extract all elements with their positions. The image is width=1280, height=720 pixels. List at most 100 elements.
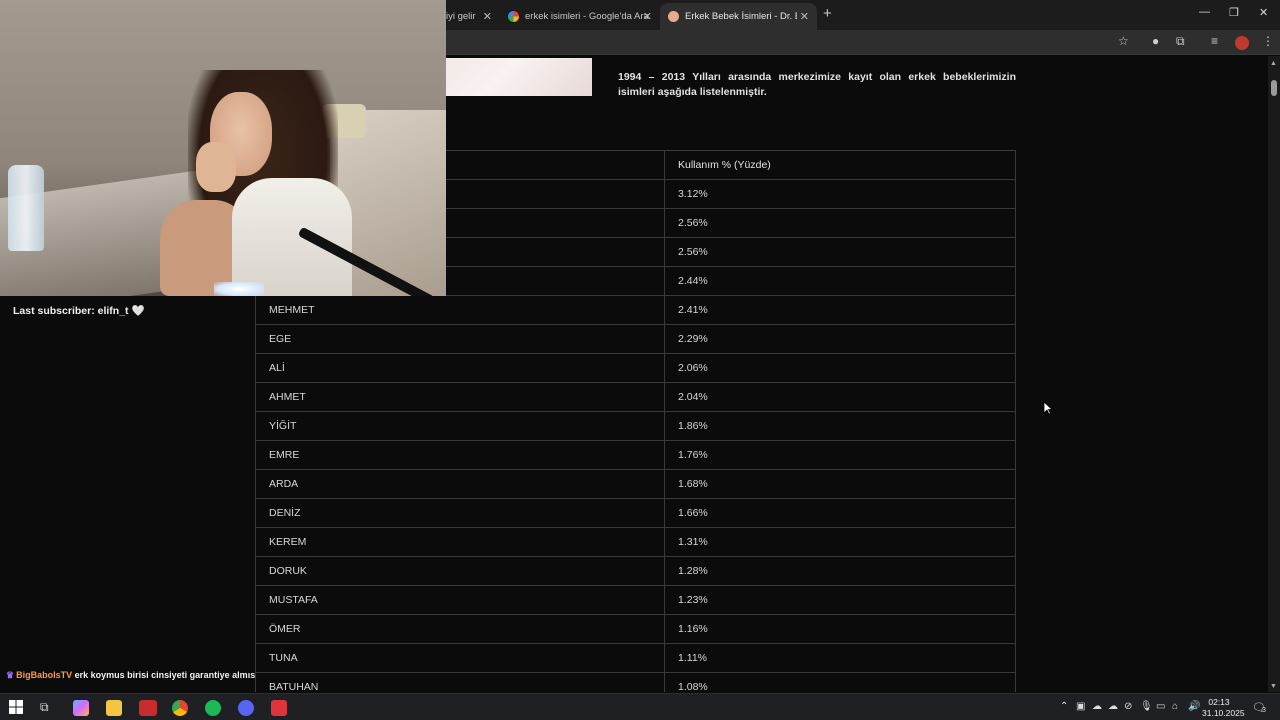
percent-cell: 2.04% <box>664 382 1016 412</box>
percent-cell: 1.76% <box>664 440 1016 470</box>
scroll-up-icon[interactable]: ▲ <box>1270 60 1277 67</box>
water-bottle <box>8 165 44 251</box>
site-favicon-icon <box>668 11 679 22</box>
media-control-icon[interactable]: ≡ <box>1211 34 1218 48</box>
table-row: EMRE 1.76% <box>255 440 1016 470</box>
table-row: DENİZ 1.66% <box>255 498 1016 528</box>
name-cell: YİĞİT <box>255 411 665 441</box>
new-tab-button[interactable]: + <box>823 5 832 22</box>
spotify-icon[interactable] <box>205 700 221 716</box>
name-cell: EGE <box>255 324 665 354</box>
scroll-down-icon[interactable]: ▼ <box>1270 683 1277 690</box>
name-cell: EMRE <box>255 440 665 470</box>
percent-cell: 2.06% <box>664 353 1016 383</box>
network-icon[interactable]: ⌂ <box>1172 701 1178 712</box>
tab-label: iyi gelir <box>446 11 476 22</box>
table-row: MEHMET 2.41% <box>255 295 1016 325</box>
file-explorer-icon[interactable] <box>106 700 122 716</box>
restore-button[interactable]: ❐ <box>1229 6 1239 19</box>
chat-badge-icon: ♛ <box>6 670 15 680</box>
percent-cell: 1.11% <box>664 643 1016 673</box>
page-scrollbar[interactable]: ▲ ▼ <box>1268 56 1280 692</box>
vivaldi-icon[interactable] <box>271 700 287 716</box>
screen: iyi gelir ✕ erkek isimleri - Google'da A… <box>0 0 1280 720</box>
name-cell: DENİZ <box>255 498 665 528</box>
tab-label: erkek isimleri - Google'da Ara <box>525 11 649 22</box>
percent-cell: 1.23% <box>664 585 1016 615</box>
close-window-button[interactable]: ✕ <box>1259 6 1268 19</box>
tray-cloud-off-icon[interactable]: ☁ <box>1092 701 1102 712</box>
onedrive-icon[interactable]: ☁ <box>1108 701 1118 712</box>
start-windows-icon[interactable] <box>9 700 25 716</box>
percent-cell: 1.86% <box>664 411 1016 441</box>
scrollbar-thumb[interactable] <box>1271 80 1277 96</box>
percent-cell: 1.16% <box>664 614 1016 644</box>
tab-close-icon[interactable]: ✕ <box>800 10 809 23</box>
percent-cell: 1.28% <box>664 556 1016 586</box>
table-row: TUNA 1.11% <box>255 643 1016 673</box>
microphone-icon[interactable]: 🎙 <box>1140 701 1153 712</box>
tray-display-icon[interactable]: ▭ <box>1156 701 1165 712</box>
tab-erkek-bebek-isimleri[interactable]: Erkek Bebek İsimleri - Dr. Ertuğ ✕ <box>660 3 817 30</box>
percent-cell: 2.44% <box>664 266 1016 296</box>
intro-paragraph: 1994 – 2013 Yılları arasında merkezimize… <box>618 71 1016 98</box>
name-cell: TUNA <box>255 643 665 673</box>
tray-app-icon[interactable]: ▣ <box>1076 701 1085 712</box>
tab-iyi-gelir[interactable]: iyi gelir ✕ <box>438 3 500 30</box>
clock-date: 31.10.2025 <box>1202 708 1245 718</box>
baby-photo-image <box>446 58 592 96</box>
chat-username: BigBabolsTV <box>16 670 73 680</box>
table-row: EGE 2.29% <box>255 324 1016 354</box>
tab-close-icon[interactable]: ✕ <box>483 10 492 23</box>
chat-message: ♛ BigBabolsTV erk koymus birisi cinsiyeti… <box>6 670 255 681</box>
clock-time: 02:13 <box>1208 697 1230 707</box>
name-cell: ALİ <box>255 353 665 383</box>
percent-cell: 1.66% <box>664 498 1016 528</box>
table-row: YİĞİT 1.86% <box>255 411 1016 441</box>
name-cell: MUSTAFA <box>255 585 665 615</box>
chrome-icon[interactable] <box>172 700 188 716</box>
name-cell: KEREM <box>255 527 665 557</box>
copilot-icon[interactable] <box>73 700 89 716</box>
table-row: ALİ 2.06% <box>255 353 1016 383</box>
name-cell: BATUHAN <box>255 672 665 692</box>
percent-cell: 1.31% <box>664 527 1016 557</box>
header-percent: Kullanım % (Yüzde) <box>664 150 1016 180</box>
system-clock[interactable]: 02:13 31.10.2025 <box>1202 697 1245 719</box>
google-favicon-icon <box>508 11 519 22</box>
percent-cell: 3.12% <box>664 179 1016 209</box>
chat-text: erk koymus birisi cinsiyeti garantiye al… <box>74 670 256 680</box>
profile-avatar-icon[interactable] <box>1235 36 1249 50</box>
name-cell: ÖMER <box>255 614 665 644</box>
tab-close-icon[interactable]: ✕ <box>643 10 652 23</box>
table-row: MUSTAFA 1.23% <box>255 585 1016 615</box>
volume-icon[interactable]: 🔊 <box>1188 701 1200 712</box>
bookmark-star-icon[interactable]: ☆ <box>1118 34 1129 48</box>
notification-count: 3 <box>1262 707 1266 714</box>
windows-taskbar: ⧉ ⌃ ▣ ☁ ☁ ⊘ 🎙 ▭ ⌂ 🔊 02:13 31.10.2025 🗨 3 <box>0 693 1280 720</box>
last-subscriber-label: Last subscriber: elifn_t 🤍 <box>13 305 145 317</box>
percent-cell: 2.29% <box>664 324 1016 354</box>
percent-cell: 1.68% <box>664 469 1016 499</box>
menu-kebab-icon[interactable]: ⋮ <box>1262 34 1274 48</box>
table-row: ARDA 1.68% <box>255 469 1016 499</box>
discord-icon[interactable] <box>238 700 254 716</box>
name-cell: DORUK <box>255 556 665 586</box>
name-cell: AHMET <box>255 382 665 412</box>
webcam-overlay <box>0 0 446 296</box>
tray-app2-icon[interactable]: ⊘ <box>1124 701 1132 712</box>
tray-chevron-icon[interactable]: ⌃ <box>1060 701 1068 712</box>
percent-cell: 2.56% <box>664 208 1016 238</box>
extensions-puzzle-icon[interactable]: ⧉ <box>1176 34 1185 49</box>
percent-cell: 2.56% <box>664 237 1016 267</box>
name-cell: ARDA <box>255 469 665 499</box>
tab-google-search[interactable]: erkek isimleri - Google'da Ara ✕ <box>500 3 660 30</box>
table-row: ÖMER 1.16% <box>255 614 1016 644</box>
task-view-icon[interactable]: ⧉ <box>40 700 56 716</box>
extension-icon[interactable]: ● <box>1152 34 1159 48</box>
percent-cell: 2.41% <box>664 295 1016 325</box>
tab-label: Erkek Bebek İsimleri - Dr. Ertuğ <box>685 11 797 22</box>
minimize-button[interactable]: — <box>1199 6 1210 18</box>
table-row: KEREM 1.31% <box>255 527 1016 557</box>
streaming-app-icon[interactable] <box>139 700 157 716</box>
